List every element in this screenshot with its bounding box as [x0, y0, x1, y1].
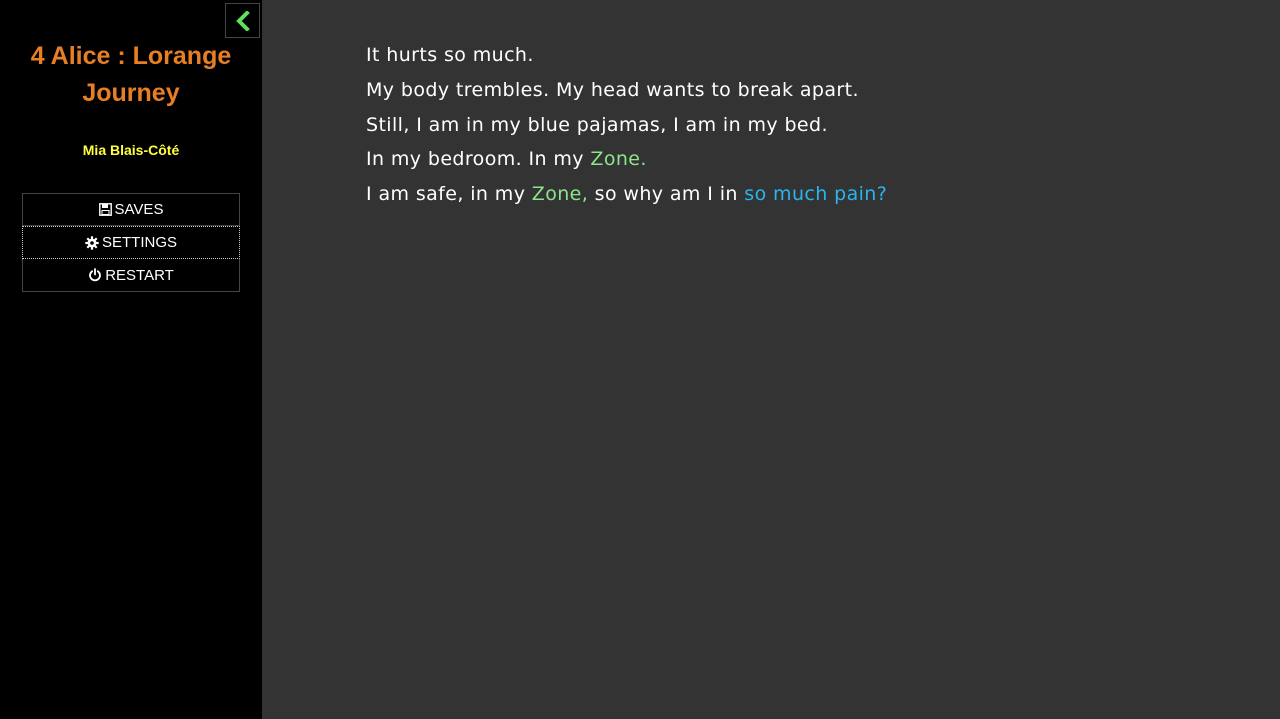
floppy-disk-icon — [98, 203, 112, 216]
saves-button[interactable]: SAVES — [22, 193, 240, 226]
ui-bar-toggle-button[interactable] — [225, 3, 260, 38]
passage-text: In my bedroom. In my — [366, 148, 591, 171]
passage-text: so why am I in — [588, 183, 745, 206]
power-icon — [88, 268, 102, 282]
passage-line: I am safe, in my Zone, so why am I in so… — [366, 177, 1226, 212]
passage-line: My body trembles. My head wants to break… — [366, 78, 859, 101]
restart-label: RESTART — [105, 266, 174, 284]
pain-link[interactable]: so much pain? — [744, 183, 887, 205]
story-title: 4 Alice : Lorange Journey — [30, 42, 232, 107]
gear-icon — [85, 235, 99, 250]
passage-line: In my bedroom. In my Zone. — [366, 142, 1226, 177]
settings-button[interactable]: SETTINGS — [22, 226, 240, 259]
story-author: Mia Blais-Côté — [82, 142, 180, 158]
passage-line: It hurts so much. — [366, 44, 534, 66]
zone-keyword: Zone, — [531, 183, 589, 206]
ui-bar: 4 Alice : Lorange Journey Mia Blais-Côté… — [0, 0, 262, 719]
zone-keyword: Zone. — [590, 148, 647, 171]
saves-label: SAVES — [114, 201, 164, 218]
chevron-left-icon — [235, 10, 250, 31]
passage-line: Still, I am in my blue pajamas, I am in … — [366, 113, 828, 136]
story-passage: It hurts so much. My body trembles. My h… — [366, 38, 1226, 212]
restart-button[interactable]: RESTART — [22, 259, 240, 292]
settings-label: SETTINGS — [101, 234, 177, 251]
story-menu: SAVES SETTINGS RESTART — [22, 193, 240, 292]
passage-text: I am safe, in my — [366, 183, 532, 206]
